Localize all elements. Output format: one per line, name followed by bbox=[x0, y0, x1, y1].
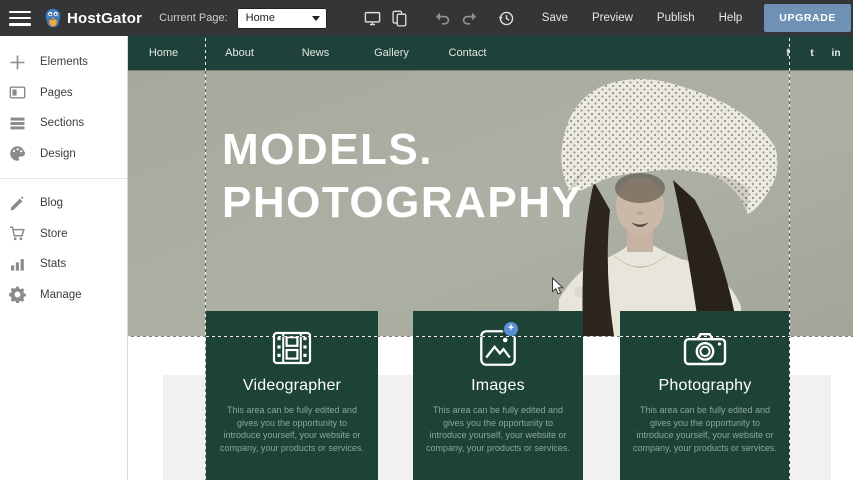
desktop-preview-icon[interactable] bbox=[364, 10, 381, 27]
card-icon-wrap bbox=[620, 326, 790, 370]
card-title[interactable]: Images bbox=[413, 377, 583, 395]
card-title[interactable]: Videographer bbox=[206, 377, 378, 395]
plus-icon bbox=[9, 54, 26, 71]
brand-name: HostGator bbox=[67, 10, 142, 27]
hostgator-logo-icon bbox=[42, 7, 64, 29]
sidebar-item-design[interactable]: Design bbox=[0, 139, 127, 170]
sections-icon bbox=[9, 115, 26, 132]
site-canvas: Home About News Gallery Contact f t in bbox=[128, 36, 853, 480]
hero-section[interactable]: MODELS. PHOTOGRAPHY bbox=[128, 70, 853, 336]
pencil-icon bbox=[9, 195, 26, 212]
sidebar-item-label: Pages bbox=[40, 87, 73, 99]
linkedin-icon[interactable]: in bbox=[824, 48, 848, 59]
camera-icon bbox=[683, 330, 727, 366]
hero-heading-line1: MODELS. bbox=[222, 123, 582, 176]
card-images[interactable]: + Images This area can be fully edited a… bbox=[413, 311, 583, 480]
save-button[interactable]: Save bbox=[530, 12, 580, 24]
card-videographer[interactable]: Videographer This area can be fully edit… bbox=[206, 311, 378, 480]
upgrade-button[interactable]: UPGRADE bbox=[764, 4, 851, 32]
site-nav: Home About News Gallery Contact f t in bbox=[128, 36, 853, 70]
card-icon-wrap: + bbox=[413, 326, 583, 370]
undo-icon[interactable] bbox=[434, 10, 451, 27]
hostgator-builder-window: HostGator Current Page: Home bbox=[0, 0, 853, 480]
top-toolbar: HostGator Current Page: Home bbox=[0, 0, 853, 36]
add-image-badge-icon[interactable]: + bbox=[504, 322, 518, 336]
redo-icon[interactable] bbox=[461, 10, 478, 27]
page-select-dropdown[interactable]: Home bbox=[237, 8, 327, 29]
sidebar-item-manage[interactable]: Manage bbox=[0, 280, 127, 311]
card-description[interactable]: This area can be fully edited and gives … bbox=[219, 404, 365, 454]
chevron-down-icon bbox=[312, 16, 320, 21]
sidebar-item-label: Blog bbox=[40, 197, 63, 209]
sidebar-item-sections[interactable]: Sections bbox=[0, 108, 127, 139]
card-icon-wrap bbox=[206, 326, 378, 370]
current-page-label: Current Page: bbox=[159, 12, 227, 24]
sidebar-item-label: Store bbox=[40, 228, 68, 240]
hero-heading-line2: PHOTOGRAPHY bbox=[222, 176, 582, 229]
film-icon bbox=[272, 331, 312, 365]
sidebar-item-label: Stats bbox=[40, 258, 66, 270]
site-nav-contact[interactable]: Contact bbox=[426, 47, 509, 59]
card-description[interactable]: This area can be fully edited and gives … bbox=[426, 404, 570, 454]
sidebar-item-label: Manage bbox=[40, 289, 82, 301]
pages-icon bbox=[9, 84, 26, 101]
site-nav-home[interactable]: Home bbox=[122, 47, 205, 59]
palette-icon bbox=[9, 145, 26, 162]
gear-icon bbox=[9, 286, 26, 303]
sidebar-item-label: Sections bbox=[40, 117, 84, 129]
history-icon[interactable] bbox=[498, 10, 515, 27]
publish-button[interactable]: Publish bbox=[645, 12, 707, 24]
hero-heading[interactable]: MODELS. PHOTOGRAPHY bbox=[222, 123, 582, 229]
card-description[interactable]: This area can be fully edited and gives … bbox=[633, 404, 777, 454]
cart-icon bbox=[9, 225, 26, 242]
site-nav-news[interactable]: News bbox=[274, 47, 357, 59]
sidebar-item-blog[interactable]: Blog bbox=[0, 188, 127, 219]
editor-sidebar: Elements Pages Sections Design bbox=[0, 36, 128, 480]
facebook-icon[interactable]: f bbox=[776, 48, 800, 59]
sidebar-item-elements[interactable]: Elements bbox=[0, 47, 127, 78]
mobile-preview-icon[interactable] bbox=[391, 10, 408, 27]
site-social-links: f t in bbox=[776, 36, 848, 70]
bar-chart-icon bbox=[9, 256, 26, 273]
hamburger-icon[interactable] bbox=[9, 11, 31, 26]
twitter-icon[interactable]: t bbox=[800, 48, 824, 59]
toolbar-right: Save Preview Publish Help UPGRADE bbox=[359, 4, 853, 32]
card-title[interactable]: Photography bbox=[620, 377, 790, 395]
page-select-value: Home bbox=[246, 12, 275, 24]
card-photography[interactable]: Photography This area can be fully edite… bbox=[620, 311, 790, 480]
site-nav-gallery[interactable]: Gallery bbox=[350, 47, 433, 59]
sidebar-item-store[interactable]: Store bbox=[0, 219, 127, 250]
sidebar-item-stats[interactable]: Stats bbox=[0, 249, 127, 280]
preview-button[interactable]: Preview bbox=[580, 12, 645, 24]
sidebar-item-pages[interactable]: Pages bbox=[0, 78, 127, 109]
site-nav-about[interactable]: About bbox=[198, 47, 281, 59]
help-button[interactable]: Help bbox=[707, 12, 755, 24]
sidebar-item-label: Elements bbox=[40, 56, 88, 68]
toolbar-left: HostGator Current Page: Home bbox=[0, 7, 327, 29]
sidebar-item-label: Design bbox=[40, 148, 76, 160]
sidebar-divider bbox=[0, 178, 127, 179]
